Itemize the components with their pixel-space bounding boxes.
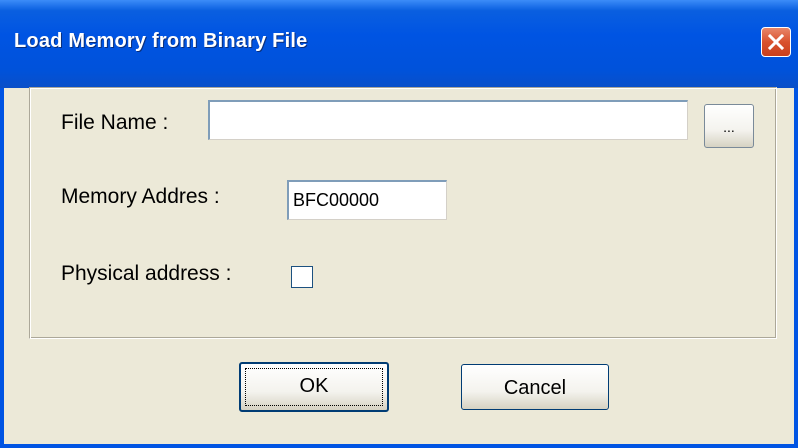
physical-address-label: Physical address : [61, 262, 232, 285]
file-name-input[interactable] [208, 100, 688, 140]
cancel-button[interactable]: Cancel [461, 364, 609, 410]
memory-address-label: Memory Addres : [61, 185, 220, 208]
browse-button[interactable]: ... [704, 104, 754, 148]
ok-button-label: OK [299, 375, 329, 397]
dialog-window: Load Memory from Binary File File Name :… [0, 0, 798, 448]
file-name-label: File Name : [61, 111, 169, 134]
close-button[interactable] [761, 27, 791, 57]
title-bar[interactable]: Load Memory from Binary File [0, 0, 798, 88]
window-title: Load Memory from Binary File [14, 30, 308, 52]
close-icon [767, 33, 785, 51]
ok-button[interactable]: OK [239, 362, 389, 412]
physical-address-checkbox[interactable] [291, 266, 313, 288]
memory-address-input[interactable]: BFC00000 [287, 180, 447, 220]
